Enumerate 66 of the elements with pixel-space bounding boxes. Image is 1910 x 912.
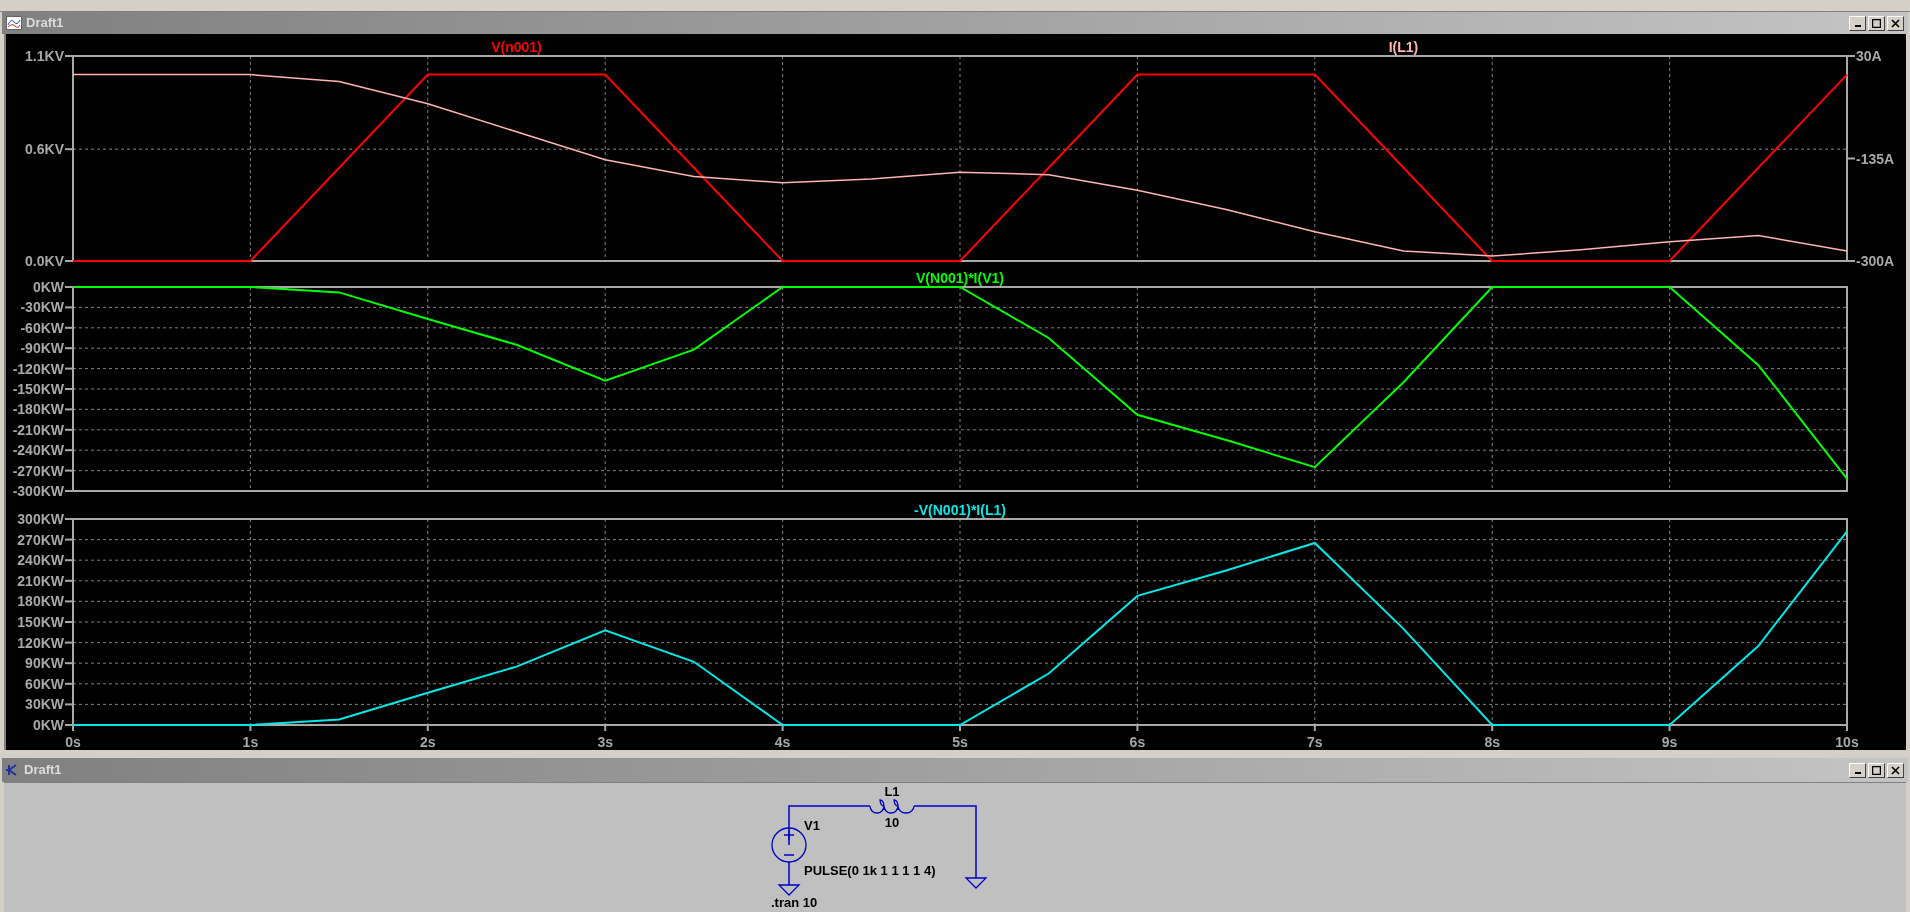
axis-tick-label: 0s	[65, 734, 81, 750]
axis-tick-label: -30KW	[20, 299, 64, 316]
waveform-icon	[6, 16, 22, 30]
ground-icon[interactable]	[777, 884, 801, 896]
axis-tick-label: 120KW	[17, 634, 64, 651]
axis-tick-label: -150KW	[12, 381, 64, 397]
axis-tick-label: 240KW	[17, 552, 64, 569]
axis-tick-label: 1.1KV	[25, 48, 64, 64]
component-value: PULSE(0 1k 1 1 1 1 4)	[804, 863, 936, 878]
axis-tick-label: 0.6KV	[25, 141, 64, 158]
close-button[interactable]	[1887, 762, 1904, 778]
maximize-button[interactable]	[1868, 15, 1885, 31]
window-title: Draft1	[24, 761, 62, 780]
maximize-button[interactable]	[1868, 762, 1885, 778]
component-label: L1	[884, 784, 900, 799]
axis-tick-label: 7s	[1307, 734, 1323, 750]
trace-label[interactable]: -V(N001)*I(L1)	[914, 502, 1006, 518]
inductor-icon[interactable]	[869, 799, 915, 814]
axis-tick-label: 8s	[1484, 734, 1500, 750]
axis-tick-label: -300A	[1856, 253, 1895, 269]
spice-directive: .tran 10	[771, 895, 818, 909]
axis-tick-label: 0KW	[32, 717, 64, 733]
axis-tick-label: 60KW	[25, 675, 64, 692]
minimize-button[interactable]	[1849, 15, 1866, 31]
axis-tick-label: 2s	[420, 734, 436, 750]
axis-tick-label: 5s	[952, 734, 968, 750]
axis-tick-label: 270KW	[17, 531, 64, 548]
axis-tick-label: -120KW	[12, 360, 64, 377]
axis-tick-label: 1s	[242, 734, 259, 750]
maximize-icon	[1872, 765, 1881, 775]
axis-tick-label: -60KW	[20, 319, 64, 336]
axis-tick-label: -270KW	[12, 462, 64, 479]
axis-tick-label: 150KW	[17, 614, 64, 630]
close-icon	[1891, 765, 1900, 775]
axis-tick-label: 300KW	[17, 511, 64, 527]
maximize-icon	[1872, 18, 1881, 28]
trace-label[interactable]: V(n001)	[491, 39, 542, 55]
axis-tick-label: 9s	[1661, 734, 1678, 750]
close-button[interactable]	[1887, 15, 1904, 31]
axis-tick-label: 4s	[774, 734, 791, 750]
close-icon	[1891, 18, 1900, 28]
axis-tick-label: -180KW	[12, 401, 64, 418]
component-label: V1	[804, 818, 820, 833]
axis-tick-label: 0KW	[32, 279, 64, 295]
axis-tick-label: -210KW	[12, 421, 64, 438]
window-title: Draft1	[26, 14, 64, 33]
minimize-button[interactable]	[1849, 762, 1866, 778]
axis-tick-label: -240KW	[12, 442, 64, 459]
axis-tick-label: 30A	[1856, 48, 1882, 64]
ground-icon[interactable]	[964, 877, 988, 889]
axis-tick-label: 6s	[1129, 734, 1146, 750]
axis-tick-label: 90KW	[25, 655, 64, 672]
axis-tick-label: 3s	[597, 734, 613, 750]
axis-tick-label: 210KW	[17, 572, 64, 589]
axis-tick-label: 0.0KV	[25, 253, 64, 269]
axis-tick-label: 180KW	[17, 593, 64, 610]
axis-tick-label: 10s	[1835, 734, 1859, 750]
axis-tick-label: -300KW	[12, 483, 64, 499]
trace-label[interactable]: I(L1)	[1388, 39, 1419, 55]
component-value: 10	[884, 815, 900, 830]
minimize-icon	[1854, 772, 1861, 774]
axis-tick-label: -135A	[1856, 150, 1895, 167]
trace-label[interactable]: V(N001)*I(V1)	[916, 270, 1004, 286]
axis-tick-label: 30KW	[25, 696, 64, 713]
minimize-icon	[1854, 25, 1861, 27]
axis-tick-label: -90KW	[20, 340, 64, 357]
